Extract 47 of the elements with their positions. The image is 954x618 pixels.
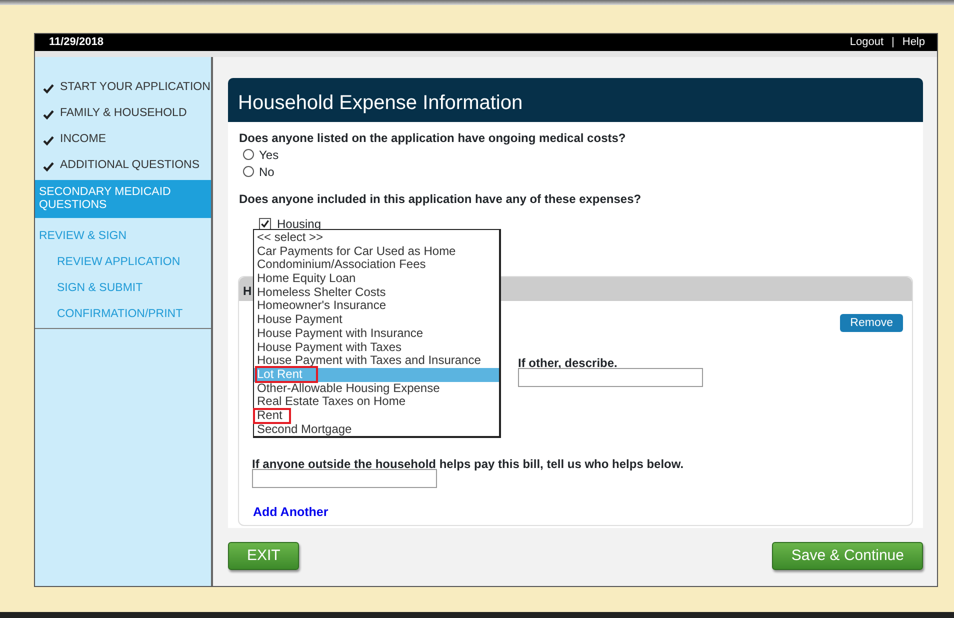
dropdown-option[interactable]: Car Payments for Car Used as Home (254, 244, 499, 258)
section-title: H (243, 284, 252, 298)
checkbox-label: Housing (277, 217, 322, 231)
add-another-link[interactable]: Add Another (253, 503, 328, 522)
nav-label: ADDITIONAL QUESTIONS (60, 158, 200, 174)
link-separator: | (892, 35, 894, 50)
dropdown-option[interactable]: << select >> (254, 231, 499, 245)
radio-label: Yes (259, 146, 279, 164)
dropdown-option[interactable]: Home Equity Loan (254, 272, 499, 286)
nav-label: FAMILY & HOUSEHOLD (60, 106, 187, 122)
checkmark-icon (43, 134, 54, 146)
dropdown-option[interactable]: Rent (254, 408, 290, 423)
dropdown-option[interactable]: Homeless Shelter Costs (254, 286, 499, 300)
nav-item[interactable]: START YOUR APPLICATION (35, 75, 211, 101)
checkmark-icon (43, 108, 54, 120)
checkmark-icon (43, 82, 54, 94)
checkbox[interactable] (259, 218, 271, 230)
dropdown-option[interactable]: Condominium/Association Fees (254, 258, 499, 272)
dropdown-option[interactable]: Homeowner's Insurance (254, 299, 499, 314)
dropdown-option[interactable]: House Payment with Insurance (254, 326, 499, 340)
radio-label: No (259, 164, 274, 180)
date-label: 11/29/2018 (49, 35, 104, 50)
dropdown-option[interactable]: Real Estate Taxes on Home (254, 395, 499, 409)
radio-button[interactable] (243, 166, 254, 177)
nav-item[interactable]: FAMILY & HOUSEHOLD (35, 101, 211, 127)
nav-label: INCOME (60, 132, 106, 148)
nav-item[interactable]: INCOME (35, 127, 211, 153)
nav-label: START YOUR APPLICATION (60, 80, 210, 96)
dropdown-list[interactable] (253, 229, 501, 438)
checkmark-icon (43, 160, 54, 172)
question-text: Does anyone included in this application have any of these expenses? (239, 191, 642, 207)
remove-button[interactable]: Remove (840, 314, 903, 332)
panel-title: Household Expense Information (228, 78, 923, 122)
field-label: If anyone outside the household helps pay this bill, tell us who helps below. (252, 456, 684, 473)
dropdown-option[interactable]: House Payment with Taxes and Insurance (254, 354, 499, 368)
text-field[interactable] (518, 368, 703, 387)
text-field[interactable] (252, 469, 437, 488)
header-link[interactable]: Logout (850, 34, 884, 51)
question-text: Does anyone listed on the application have ongoing medical costs? (239, 130, 627, 146)
dropdown-option[interactable]: Second Mortgage (254, 422, 499, 436)
header-link[interactable]: Help (902, 34, 925, 51)
dropdown-option[interactable]: House Payment (254, 313, 499, 327)
field-label: If other, describe. (518, 355, 618, 372)
dropdown-option[interactable]: Other-Allowable Housing Expense (254, 382, 499, 396)
dropdown-option[interactable]: House Payment with Taxes (254, 340, 499, 354)
radio-button[interactable] (243, 149, 254, 160)
nav-item[interactable]: ADDITIONAL QUESTIONS (35, 153, 211, 179)
